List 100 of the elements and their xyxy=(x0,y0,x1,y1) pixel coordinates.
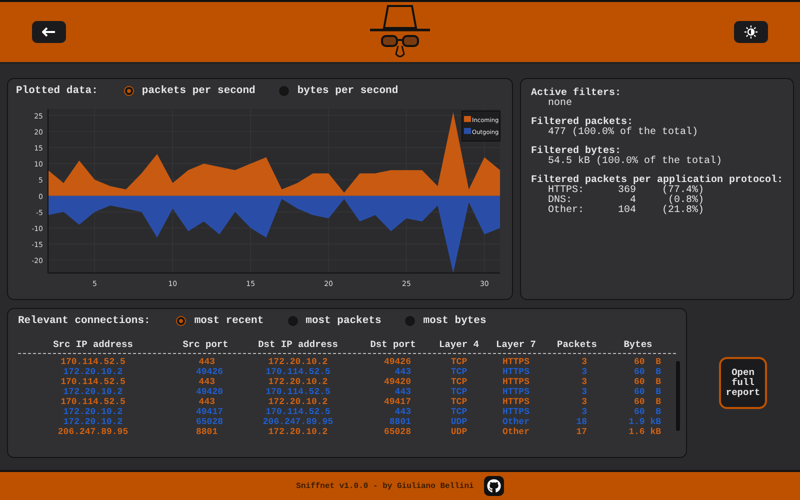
table-cell-text: 170.114.52.5 xyxy=(264,367,332,377)
radio-dot[interactable] xyxy=(288,316,298,326)
table-cell-text: 49417 xyxy=(195,407,224,417)
table-cell-text: TCP xyxy=(450,357,468,367)
github-icon xyxy=(486,479,501,493)
radio-dot[interactable] xyxy=(124,86,134,96)
protocol-share: (21.8%) xyxy=(660,206,704,216)
table-cell-text: 3 xyxy=(580,387,588,397)
column-header: Dst IP address xyxy=(257,339,339,350)
protocol-name: HTTPS: xyxy=(548,186,586,196)
table-cell-text: 172.20.10.2 xyxy=(62,417,124,427)
table-cell-text: 60 B xyxy=(632,367,662,377)
protocol-count: 4 xyxy=(630,196,636,206)
radio-option[interactable]: most packets xyxy=(288,315,382,327)
panel-title: Plotted data: xyxy=(16,85,98,97)
table-cell-text: HTTPS xyxy=(501,407,530,417)
table-cell-text: 3 xyxy=(580,407,588,417)
table-cell-text: Other xyxy=(501,427,530,437)
table-cell-text: 49417 xyxy=(382,397,412,407)
table-cell-text: 3 xyxy=(580,357,588,367)
column-header: Dst port xyxy=(369,339,417,350)
table-cell-text: 172.20.10.2 xyxy=(62,407,124,417)
radio-dot[interactable] xyxy=(176,316,186,326)
column-header: Src IP address xyxy=(52,339,134,350)
table-cell-text: 3 xyxy=(580,397,588,407)
table-cell-text: 172.20.10.2 xyxy=(267,397,329,407)
table-cell-text: 49420 xyxy=(195,387,224,397)
column-header: Layer 4 xyxy=(438,339,480,350)
table-cell-text: 18 xyxy=(575,417,588,427)
table-cell-text: 49426 xyxy=(195,367,224,377)
table-cell-text: 1.9 kB xyxy=(628,417,662,427)
column-header: Bytes xyxy=(622,339,654,350)
table-cell-text: 49426 xyxy=(382,357,412,367)
table-cell-text: HTTPS xyxy=(501,397,530,407)
github-button[interactable] xyxy=(484,476,504,496)
protocol-count: 104 xyxy=(616,206,636,216)
table-cell-text: TCP xyxy=(450,407,468,417)
protocol-name: Other: xyxy=(548,206,586,216)
radio-label: most packets xyxy=(306,315,382,327)
table-cell-text: 60 B xyxy=(632,397,662,407)
open-report-button[interactable]: Open full report xyxy=(719,357,767,409)
table-cell-text: 60 B xyxy=(632,407,662,417)
table-cell-text: 8801 xyxy=(195,427,219,437)
stat-heading: Active filters: xyxy=(531,89,622,99)
radio-label: most bytes xyxy=(423,315,486,327)
table-cell-text: 443 xyxy=(394,387,412,397)
table-cell-text: 60 B xyxy=(632,377,662,387)
protocol-share: (77.4%) xyxy=(660,186,704,196)
table-cell-text: 170.114.52.5 xyxy=(60,397,126,407)
theme-button[interactable] xyxy=(734,21,768,43)
table-cell-text: 170.114.52.5 xyxy=(264,387,332,397)
table-cell-text: HTTPS xyxy=(501,367,530,377)
table-cell-text: TCP xyxy=(450,367,468,377)
radio-option[interactable]: most recent xyxy=(176,315,264,327)
protocol-count: 369 xyxy=(616,186,636,196)
back-button[interactable] xyxy=(32,21,66,43)
table-cell-text: 65028 xyxy=(382,427,412,437)
table-cell-text: HTTPS xyxy=(501,387,530,397)
column-header: Packets xyxy=(556,339,598,350)
table-cell-text: 443 xyxy=(394,407,412,417)
table-cell-text: 172.20.10.2 xyxy=(267,427,329,437)
left-arrow-icon xyxy=(42,27,56,37)
table-cell-text: 170.114.52.5 xyxy=(264,407,332,417)
table-cell-text: HTTPS xyxy=(501,377,530,387)
table-cell-text: Other xyxy=(501,417,530,427)
stat-heading: Filtered bytes: xyxy=(531,147,622,157)
table-cell-text: 49420 xyxy=(382,377,412,387)
stat-value: none xyxy=(547,99,574,109)
sun-icon xyxy=(744,25,758,39)
stat-heading: Filtered packets per application protocol: xyxy=(531,176,784,186)
table-cell-text: UDP xyxy=(450,427,468,437)
table-cell-text: TCP xyxy=(450,387,468,397)
table-cell-text: 443 xyxy=(394,367,412,377)
table-cell-text: 170.114.52.5 xyxy=(60,377,126,387)
table-cell-text: HTTPS xyxy=(501,357,530,367)
table-cell-text: TCP xyxy=(450,377,468,387)
table-cell-text: 206.247.89.95 xyxy=(56,427,130,437)
table-cell-text: 172.20.10.2 xyxy=(267,357,329,367)
scrollbar xyxy=(676,361,680,431)
table-cell-text: 172.20.10.2 xyxy=(62,387,124,397)
stat-heading: Filtered packets: xyxy=(531,118,634,128)
table-cell-text: UDP xyxy=(450,417,468,427)
radio-option[interactable]: bytes per second xyxy=(279,85,398,97)
table-cell-text: 172.20.10.2 xyxy=(62,367,124,377)
radio-option[interactable]: most bytes xyxy=(405,315,486,327)
radio-dot[interactable] xyxy=(279,86,290,96)
table-cell-text: 443 xyxy=(198,397,216,407)
radio-label: bytes per second xyxy=(297,85,398,97)
table-cell-text: 3 xyxy=(580,367,588,377)
footer-text: Sniffnet v1.0.0 - by Giuliano Bellini xyxy=(296,482,474,490)
stat-value: 54.5 kB (100.0% of the total) xyxy=(547,157,724,167)
column-header: Layer 7 xyxy=(495,339,537,350)
table-cell-text: 60 B xyxy=(632,357,662,367)
stat-value: 477 (100.0% of the total) xyxy=(547,128,700,138)
table-cell-text: 65028 xyxy=(195,417,224,427)
radio-dot[interactable] xyxy=(405,316,416,326)
table-cell-text: 3 xyxy=(580,377,588,387)
column-header: Src port xyxy=(182,339,230,350)
table-cell-text: 170.114.52.5 xyxy=(60,357,126,367)
table-cell-text: 17 xyxy=(575,427,588,437)
